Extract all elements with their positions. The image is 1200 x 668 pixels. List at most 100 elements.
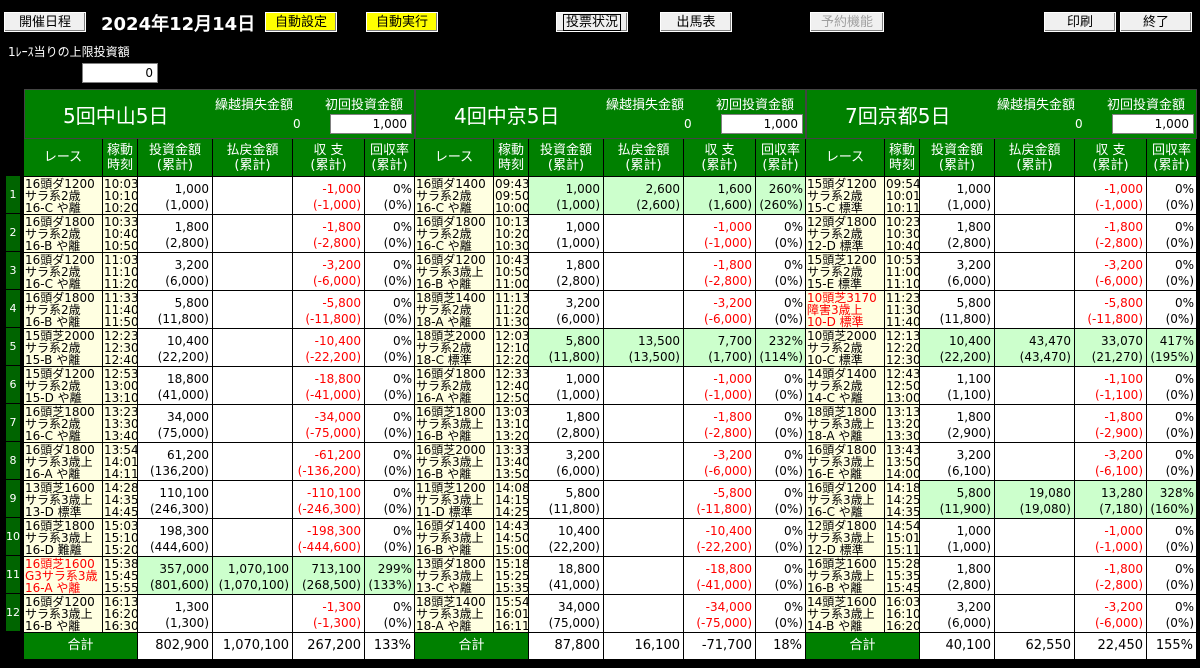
race-row[interactable]: 16頭ダ1800 サラ系2歳 16-C や離 10:13 10:20 10:30 1,000… [415, 215, 806, 253]
race-row[interactable]: 16頭芝2000 サラ系3歳上 16-B や離 13:33 13:40 13:50 3,20… [415, 443, 806, 481]
race-cell[interactable]: 16頭芝2000 サラ系3歳上 16-B や離 [415, 443, 494, 481]
race-cell[interactable]: 16頭ダ1800 サラ系3歳上 16-A や離 [24, 443, 103, 481]
post-time: 14:25 [495, 505, 529, 519]
race-row[interactable]: 16頭ダ1800 サラ系2歳 16-B や離 10:33 10:40 10:50 1,800… [24, 215, 415, 253]
race-row[interactable]: 16頭ダ1800 サラ系2歳 16-B や離 11:33 11:40 11:50 5,800… [24, 291, 415, 329]
race-row[interactable]: 15頭芝2000 サラ系2歳 15-B や離 12:23 12:30 12:40 10,40… [24, 329, 415, 367]
balance-cell: -1,800 (-2,800) [684, 405, 756, 443]
rate-value: 0% [392, 410, 412, 424]
time-cell: 14:18 14:25 14:35 [885, 481, 920, 519]
race-cell[interactable]: 18頭芝1400 サラ系3歳上 18-A や離 [415, 595, 494, 633]
race-cell[interactable]: 16頭芝1600 G3サラ系3歳 16-A や離 [24, 557, 103, 595]
race-cell[interactable]: 16頭ダ1200 サラ系2歳 16-C や離 [24, 177, 103, 215]
race-row[interactable]: 16頭芝1600 G3サラ系3歳 16-A や離 15:38 15:45 15:55 357… [24, 557, 415, 595]
race-cell[interactable]: 14頭ダ1400 サラ系2歳 14-C や離 [806, 367, 885, 405]
race-cell[interactable]: 16頭ダ1400 サラ系2歳 16-C や離 [415, 177, 494, 215]
race-cell[interactable]: 18頭芝2000 サラ系2歳 18-C 標準 [415, 329, 494, 367]
race-row[interactable]: 12頭ダ1800 サラ系2歳 12-D 標準 10:23 10:30 10:40 1,800… [806, 215, 1197, 253]
race-row[interactable]: 16頭ダ1800 サラ系3歳上 16-E や離 13:43 13:50 14:00 3,20… [806, 443, 1197, 481]
race-cell[interactable]: 15頭ダ1200 サラ系2歳 15-D や離 [24, 367, 103, 405]
race-row[interactable]: 15頭ダ1200 サラ系2歳 15-D や離 12:53 13:00 13:10 18,80… [24, 367, 415, 405]
rate-cell: 0% (0%) [756, 291, 806, 329]
race-condition: 16-B や離 [416, 277, 472, 291]
race-cell[interactable]: 16頭ダ1400 サラ系3歳上 16-B や離 [415, 519, 494, 557]
reservation-button[interactable]: 予約機能 [810, 12, 884, 32]
balance-cumulative: (-6,100) [1094, 464, 1143, 478]
race-limit-input[interactable]: 0 [82, 63, 158, 83]
race-row[interactable]: 16頭ダ1200 サラ系3歳上 16-B や離 16:13 16:20 16:30 1,30… [24, 595, 415, 633]
initial-invest-input[interactable]: 1,000 [721, 114, 803, 134]
race-cell[interactable]: 15頭ダ1200 サラ系2歳 15-C 標準 [806, 177, 885, 215]
race-row[interactable]: 13頭ダ1800 サラ系3歳上 13-C や離 15:18 15:25 15:35 18,8… [415, 557, 806, 595]
race-row[interactable]: 10頭芝3170 障害3歳上 10-D 標準 11:23 11:30 11:40 5,800… [806, 291, 1197, 329]
race-cell[interactable]: 18頭芝1800 サラ系3歳上 18-A や離 [806, 405, 885, 443]
race-cell[interactable]: 10頭芝3170 障害3歳上 10-D 標準 [806, 291, 885, 329]
race-cell[interactable]: 16頭芝1800 サラ系2歳 16-C や離 [24, 405, 103, 443]
race-row[interactable]: 10頭芝2000 サラ系2歳 10-C 標準 12:13 12:20 12:30 10,40… [806, 329, 1197, 367]
entry-table-button[interactable]: 出馬表 [660, 12, 732, 32]
balance-value: 13,280 [1101, 486, 1143, 500]
race-row[interactable]: 18頭芝1800 サラ系3歳上 18-A や離 13:13 13:20 13:30 1,80… [806, 405, 1197, 443]
race-cell[interactable]: 14頭芝1600 サラ系3歳上 14-B や離 [806, 595, 885, 633]
race-row[interactable]: 15頭ダ1200 サラ系2歳 15-C 標準 09:54 10:01 10:11 1,000… [806, 177, 1197, 215]
race-row[interactable]: 14頭芝1600 サラ系3歳上 14-B や離 16:03 16:10 16:20 3,20… [806, 595, 1197, 633]
race-row[interactable]: 16頭芝1800 サラ系2歳 16-C や離 13:23 13:30 13:40 34,00… [24, 405, 415, 443]
balance-cell: -18,800 (-41,000) [684, 557, 756, 595]
race-cell[interactable]: 15頭芝1200 サラ系2歳 15-E 標準 [806, 253, 885, 291]
race-cell[interactable]: 16頭ダ1800 サラ系2歳 16-C や離 [415, 215, 494, 253]
auto-run-button[interactable]: 自動実行 [366, 12, 438, 32]
race-cell[interactable]: 16頭芝1600 サラ系3歳上 16-B や離 [806, 557, 885, 595]
race-cell[interactable]: 16頭ダ1800 サラ系2歳 16-B や離 [24, 215, 103, 253]
auto-setting-button[interactable]: 自動設定 [265, 12, 337, 32]
race-cell[interactable]: 16頭芝1800 サラ系3歳上 16-D 難離 [24, 519, 103, 557]
vote-status-button[interactable]: 投票状況 [556, 12, 628, 32]
race-cell[interactable]: 12頭ダ1800 サラ系3歳上 12-D 標準 [806, 519, 885, 557]
race-cell[interactable]: 15頭芝2000 サラ系2歳 15-B や離 [24, 329, 103, 367]
schedule-button[interactable]: 開催日程 [4, 12, 86, 32]
initial-invest-input[interactable]: 1,000 [330, 114, 412, 134]
race-row[interactable]: 14頭ダ1400 サラ系2歳 14-C や離 12:43 12:50 13:00 1,100… [806, 367, 1197, 405]
race-row[interactable]: 16頭ダ1400 サラ系3歳上 16-B や離 14:43 14:50 15:00 10,4… [415, 519, 806, 557]
payout-cell [995, 595, 1075, 633]
race-cell[interactable]: 13頭ダ1800 サラ系3歳上 13-C や離 [415, 557, 494, 595]
print-button[interactable]: 印刷 [1044, 12, 1116, 32]
race-cell[interactable]: 11頭芝1200 サラ系3歳上 11-D 標準 [415, 481, 494, 519]
race-cell[interactable]: 16頭ダ1800 サラ系3歳上 16-E や離 [806, 443, 885, 481]
race-row[interactable]: 16頭ダ1200 サラ系2歳 16-C や離 10:03 10:10 10:20 1,000… [24, 177, 415, 215]
race-limit-label: 1ﾚｰｽ当りの上限投資額 [8, 45, 130, 59]
race-cell[interactable]: 16頭ダ1200 サラ系3歳上 16-C や離 [806, 481, 885, 519]
race-cell[interactable]: 16頭芝1800 サラ系3歳上 16-B や離 [415, 405, 494, 443]
initial-invest-input[interactable]: 1,000 [1112, 114, 1194, 134]
race-cell[interactable]: 16頭ダ1800 サラ系2歳 16-B や離 [24, 291, 103, 329]
race-row[interactable]: 16頭芝1600 サラ系3歳上 16-B や離 15:28 15:35 15:45 1,80… [806, 557, 1197, 595]
race-row[interactable]: 11頭芝1200 サラ系3歳上 11-D 標準 14:08 14:15 14:25 5,80… [415, 481, 806, 519]
race-row[interactable]: 16頭ダ1800 サラ系3歳上 16-A や離 13:54 14:01 14:11 61,2… [24, 443, 415, 481]
race-row[interactable]: 16頭芝1800 サラ系3歳上 16-B や離 13:03 13:10 13:20 1,80… [415, 405, 806, 443]
race-row[interactable]: 13頭芝1600 サラ系3歳上 13-D 標準 14:28 14:35 14:45 110,… [24, 481, 415, 519]
race-row[interactable]: 18頭芝1400 サラ系2歳 18-A や離 11:13 11:20 11:30 3,200… [415, 291, 806, 329]
race-row[interactable]: 12頭ダ1800 サラ系3歳上 12-D 標準 14:54 15:01 15:11 1,00… [806, 519, 1197, 557]
rate-value: 0% [392, 258, 412, 272]
invest-cell: 3,200 (6,000) [529, 291, 604, 329]
balance-cumulative: (-2,800) [1094, 236, 1143, 250]
race-row[interactable]: 18頭芝1400 サラ系3歳上 18-A や離 15:54 16:01 16:11 34,0… [415, 595, 806, 633]
race-cell[interactable]: 12頭ダ1800 サラ系2歳 12-D 標準 [806, 215, 885, 253]
race-row[interactable]: 16頭ダ1400 サラ系2歳 16-C や離 09:43 09:50 10:00 1,000… [415, 177, 806, 215]
rate-cell: 0% (0%) [1147, 443, 1197, 481]
race-cell[interactable]: 18頭芝1400 サラ系2歳 18-A や離 [415, 291, 494, 329]
race-cell[interactable]: 16頭ダ1200 サラ系3歳上 16-B や離 [24, 595, 103, 633]
race-row[interactable]: 16頭ダ1200 サラ系2歳 16-C や離 11:03 11:10 11:20 3,200… [24, 253, 415, 291]
race-row[interactable]: 16頭ダ1200 サラ系3歳上 16-C や離 14:18 14:25 14:35 5,80… [806, 481, 1197, 519]
race-cell[interactable]: 16頭ダ1800 サラ系2歳 16-A や離 [415, 367, 494, 405]
exit-button[interactable]: 終了 [1120, 12, 1192, 32]
race-cell[interactable]: 13頭芝1600 サラ系3歳上 13-D 標準 [24, 481, 103, 519]
race-row[interactable]: 16頭ダ1200 サラ系3歳上 16-B や離 10:43 10:50 11:00 1,80… [415, 253, 806, 291]
race-cell[interactable]: 16頭ダ1200 サラ系2歳 16-C や離 [24, 253, 103, 291]
race-row[interactable]: 16頭芝1800 サラ系3歳上 16-D 難離 15:03 15:10 15:20 198,… [24, 519, 415, 557]
race-cell[interactable]: 10頭芝2000 サラ系2歳 10-C 標準 [806, 329, 885, 367]
race-row[interactable]: 18頭芝2000 サラ系2歳 18-C 標準 12:03 12:10 12:20 5,800… [415, 329, 806, 367]
race-row[interactable]: 15頭芝1200 サラ系2歳 15-E 標準 10:53 11:00 11:10 3,200… [806, 253, 1197, 291]
race-row[interactable]: 16頭ダ1800 サラ系2歳 16-A や離 12:33 12:40 12:50 1,000… [415, 367, 806, 405]
race-cell[interactable]: 16頭ダ1200 サラ系3歳上 16-B や離 [415, 253, 494, 291]
balance-value: -1,000 [713, 372, 752, 386]
